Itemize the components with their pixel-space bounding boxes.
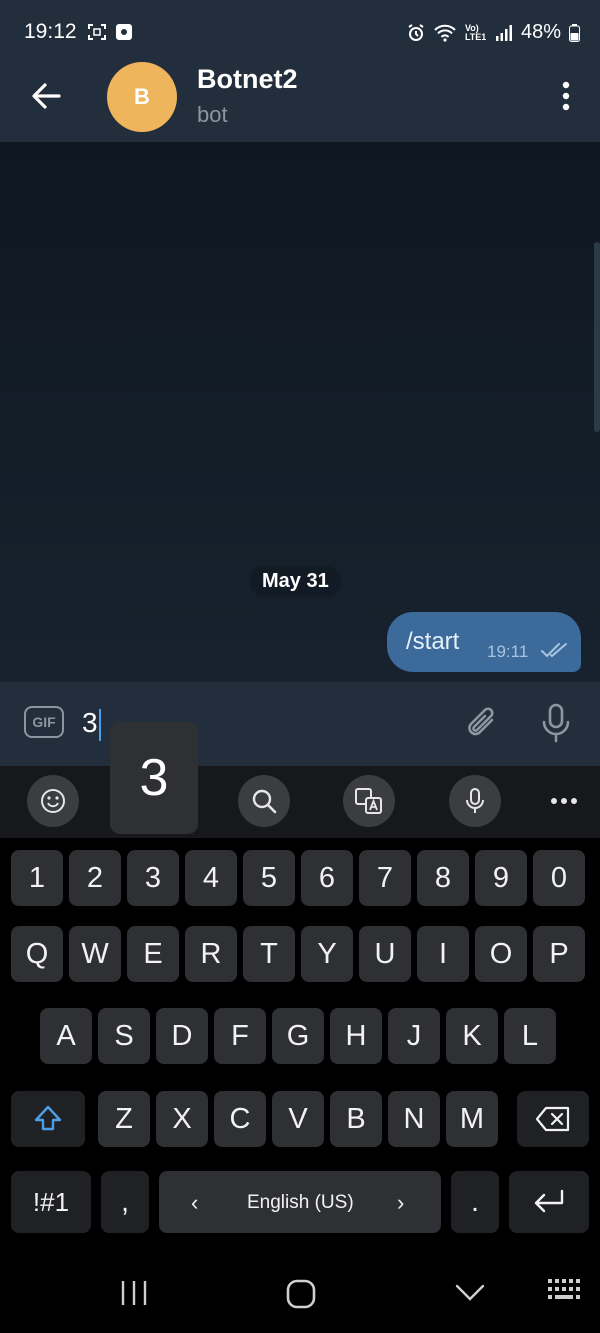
key-3[interactable]: 3 bbox=[127, 850, 179, 906]
enter-icon bbox=[534, 1189, 564, 1213]
keyboard-switch-icon[interactable] bbox=[547, 1278, 581, 1304]
key-0[interactable]: 0 bbox=[533, 850, 585, 906]
key-i[interactable]: I bbox=[417, 926, 469, 982]
chat-title[interactable]: Botnet2 bbox=[197, 64, 298, 95]
translate-icon bbox=[355, 788, 382, 814]
text-caret bbox=[98, 708, 101, 741]
key-f[interactable]: F bbox=[214, 1008, 266, 1064]
voice-input-button[interactable] bbox=[449, 775, 501, 827]
key-c[interactable]: C bbox=[214, 1091, 266, 1147]
key-m[interactable]: M bbox=[446, 1091, 498, 1147]
symbols-key[interactable]: !#1 bbox=[11, 1171, 91, 1233]
recents-icon[interactable] bbox=[119, 1278, 149, 1308]
comma-key[interactable]: , bbox=[101, 1171, 149, 1233]
key-h[interactable]: H bbox=[330, 1008, 382, 1064]
key-r[interactable]: R bbox=[185, 926, 237, 982]
microphone-icon[interactable] bbox=[540, 702, 572, 744]
message-time: 19:11 bbox=[487, 642, 529, 661]
key-n[interactable]: N bbox=[388, 1091, 440, 1147]
search-icon bbox=[252, 789, 277, 814]
signal-icon bbox=[495, 24, 512, 41]
more-horiz-icon[interactable] bbox=[550, 797, 578, 805]
keyboard: 1 2 3 4 5 6 7 8 9 0 Q W E R T Y U I O P … bbox=[0, 838, 600, 1248]
key-g[interactable]: G bbox=[272, 1008, 324, 1064]
key-l[interactable]: L bbox=[504, 1008, 556, 1064]
key-q[interactable]: Q bbox=[11, 926, 63, 982]
key-1[interactable]: 1 bbox=[11, 850, 63, 906]
key-preview-popup: 3 bbox=[110, 722, 198, 834]
language-next-arrow: › bbox=[397, 1190, 405, 1215]
message-input-text: 3 bbox=[82, 707, 98, 738]
key-s[interactable]: S bbox=[98, 1008, 150, 1064]
date-separator: May 31 bbox=[250, 566, 341, 597]
enter-key[interactable] bbox=[509, 1171, 589, 1233]
key-d[interactable]: D bbox=[156, 1008, 208, 1064]
double-check-icon bbox=[541, 643, 567, 658]
key-b[interactable]: B bbox=[330, 1091, 382, 1147]
emoji-button[interactable] bbox=[27, 775, 79, 827]
key-t[interactable]: T bbox=[243, 926, 295, 982]
key-k[interactable]: K bbox=[446, 1008, 498, 1064]
battery-icon bbox=[569, 23, 580, 42]
key-5[interactable]: 5 bbox=[243, 850, 295, 906]
backspace-key[interactable] bbox=[517, 1091, 589, 1147]
microphone-icon bbox=[466, 788, 484, 813]
emoji-icon bbox=[41, 789, 65, 813]
alarm-icon bbox=[408, 23, 424, 41]
outgoing-message-bubble[interactable]: /start 19:11 bbox=[387, 612, 581, 672]
screenshot-icon bbox=[88, 24, 106, 40]
message-text: /start bbox=[406, 628, 460, 655]
chat-messages-area[interactable]: May 31 /start 19:11 bbox=[0, 142, 600, 682]
gif-button[interactable]: GIF bbox=[24, 706, 64, 738]
volte-icon: Vo) LTE1 bbox=[464, 22, 487, 42]
key-4[interactable]: 4 bbox=[185, 850, 237, 906]
translate-button[interactable] bbox=[343, 775, 395, 827]
key-y[interactable]: Y bbox=[301, 926, 353, 982]
system-nav-bar bbox=[0, 1248, 600, 1333]
back-arrow-icon[interactable] bbox=[28, 78, 64, 114]
key-7[interactable]: 7 bbox=[359, 850, 411, 906]
key-8[interactable]: 8 bbox=[417, 850, 469, 906]
key-6[interactable]: 6 bbox=[301, 850, 353, 906]
more-vert-icon[interactable] bbox=[560, 80, 572, 112]
language-prev-arrow: ‹ bbox=[191, 1190, 199, 1215]
key-z[interactable]: Z bbox=[98, 1091, 150, 1147]
shift-key[interactable] bbox=[11, 1091, 85, 1147]
key-2[interactable]: 2 bbox=[69, 850, 121, 906]
scrollbar[interactable] bbox=[594, 242, 600, 432]
key-v[interactable]: V bbox=[272, 1091, 324, 1147]
wifi-icon bbox=[434, 24, 456, 42]
key-a[interactable]: A bbox=[40, 1008, 92, 1064]
chat-subtitle: bot bbox=[197, 102, 228, 127]
key-j[interactable]: J bbox=[388, 1008, 440, 1064]
status-time: 19:12 bbox=[24, 20, 77, 43]
home-icon[interactable] bbox=[285, 1278, 317, 1310]
avatar[interactable]: B bbox=[107, 62, 177, 132]
key-w[interactable]: W bbox=[69, 926, 121, 982]
backspace-icon bbox=[535, 1106, 570, 1132]
key-o[interactable]: O bbox=[475, 926, 527, 982]
space-key[interactable]: ‹ English (US) › bbox=[159, 1171, 441, 1233]
chat-header: B Botnet2 bot bbox=[0, 46, 600, 142]
key-p[interactable]: P bbox=[533, 926, 585, 982]
period-key[interactable]: . bbox=[451, 1171, 499, 1233]
keyboard-toolbar bbox=[0, 766, 600, 838]
shift-icon bbox=[34, 1105, 62, 1131]
paperclip-icon[interactable] bbox=[464, 702, 500, 744]
hide-keyboard-icon[interactable] bbox=[455, 1284, 485, 1302]
language-label: English (US) bbox=[247, 1192, 354, 1213]
app-notification-icon bbox=[116, 24, 132, 40]
key-e[interactable]: E bbox=[127, 926, 179, 982]
keyboard-search-button[interactable] bbox=[238, 775, 290, 827]
key-9[interactable]: 9 bbox=[475, 850, 527, 906]
key-x[interactable]: X bbox=[156, 1091, 208, 1147]
message-input-bar: GIF 3 bbox=[0, 682, 600, 766]
key-u[interactable]: U bbox=[359, 926, 411, 982]
message-input[interactable]: 3 bbox=[82, 707, 101, 741]
battery-percent: 48% bbox=[520, 21, 561, 43]
